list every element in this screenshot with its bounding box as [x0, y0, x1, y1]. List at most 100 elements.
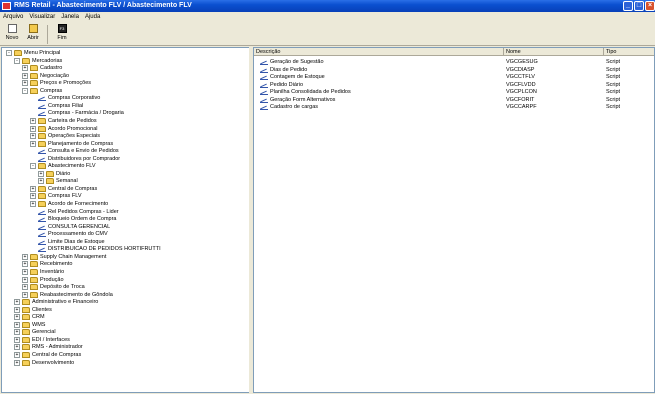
- column-header-nome[interactable]: Nome: [504, 48, 604, 56]
- tree-node-label: Desenvolvimento: [32, 359, 75, 366]
- folder-icon: [38, 185, 46, 192]
- folder-icon: [30, 276, 38, 283]
- expand-icon[interactable]: +: [22, 253, 28, 260]
- expand-icon[interactable]: +: [22, 291, 28, 298]
- script-icon: [38, 148, 46, 155]
- folder-icon: [38, 193, 46, 200]
- folder-icon: [30, 261, 38, 268]
- collapse-icon[interactable]: -: [22, 87, 28, 94]
- column-header-descricao[interactable]: Descrição: [254, 48, 504, 56]
- expand-icon[interactable]: +: [14, 321, 20, 328]
- expand-icon[interactable]: +: [14, 299, 20, 306]
- expand-icon[interactable]: +: [30, 185, 36, 192]
- folder-icon: [30, 284, 38, 291]
- expand-icon[interactable]: +: [30, 117, 36, 124]
- expand-icon[interactable]: +: [22, 80, 28, 87]
- script-icon: [260, 89, 268, 95]
- fim-button[interactable]: F3 Fim: [52, 24, 72, 45]
- expand-icon[interactable]: +: [30, 125, 36, 132]
- expand-icon[interactable]: +: [14, 329, 20, 336]
- folder-icon: [38, 201, 46, 207]
- expand-icon[interactable]: +: [14, 314, 20, 321]
- folder-icon: [22, 329, 30, 336]
- script-icon: [260, 97, 268, 103]
- script-icon: [38, 224, 46, 230]
- collapse-icon[interactable]: -: [6, 50, 12, 56]
- menu-bar: Arquivo Visualizar Janela Ajuda: [0, 12, 655, 22]
- expand-icon[interactable]: +: [38, 178, 44, 185]
- fim-label: Fim: [57, 35, 67, 41]
- script-icon: [38, 231, 46, 238]
- script-icon: [38, 239, 46, 245]
- collapse-icon[interactable]: -: [30, 163, 36, 170]
- folder-icon: [22, 306, 30, 313]
- script-icon: [38, 156, 46, 162]
- exit-key-icon: F3: [57, 24, 67, 33]
- novo-label: Novo: [5, 35, 19, 41]
- title-bar: RMS Retail - Abastecimento FLV / Abastec…: [0, 0, 655, 12]
- script-icon: [38, 209, 46, 215]
- toolbar: Novo Abrir F3 Fim: [0, 22, 655, 46]
- expand-icon[interactable]: +: [14, 336, 20, 343]
- folder-icon: [38, 117, 46, 124]
- menu-tree[interactable]: - Menu Principal - Mercadorias + Cadastro + Neg…: [1, 47, 251, 393]
- script-icon: [260, 67, 268, 73]
- new-document-icon: [7, 24, 17, 33]
- script-icon: [38, 95, 46, 102]
- close-button[interactable]: ×: [645, 1, 655, 11]
- expand-icon[interactable]: +: [22, 268, 28, 275]
- novo-button[interactable]: Novo: [3, 24, 21, 45]
- expand-icon[interactable]: +: [30, 193, 36, 200]
- cell-nome: VGCCARPF: [506, 104, 537, 110]
- folder-icon: [30, 87, 38, 94]
- expand-icon[interactable]: +: [14, 352, 20, 358]
- folder-icon: [22, 314, 30, 321]
- minimize-button[interactable]: _: [623, 1, 633, 11]
- folder-icon: [22, 57, 30, 64]
- expand-icon[interactable]: +: [30, 201, 36, 207]
- folder-icon: [30, 65, 38, 72]
- cell-tipo: Script: [606, 104, 621, 110]
- script-icon: [38, 110, 46, 117]
- menu-visualizar[interactable]: Visualizar: [26, 12, 58, 22]
- folder-icon: [22, 344, 30, 351]
- script-icon: [38, 246, 46, 253]
- folder-icon: [22, 321, 30, 328]
- list-row[interactable]: Cadastro de cargas VGCCARPF Script: [254, 103, 654, 111]
- script-icon: [260, 59, 268, 65]
- menu-ajuda[interactable]: Ajuda: [82, 12, 103, 22]
- cell-desc: Cadastro de cargas: [270, 104, 318, 110]
- folder-icon: [38, 163, 46, 170]
- script-icon: [38, 103, 46, 109]
- column-header-tipo[interactable]: Tipo: [604, 48, 654, 56]
- expand-icon[interactable]: +: [38, 170, 44, 177]
- folder-icon: [22, 359, 30, 366]
- script-icon: [260, 104, 268, 110]
- expand-icon[interactable]: +: [22, 65, 28, 72]
- expand-icon[interactable]: +: [30, 140, 36, 147]
- expand-icon[interactable]: +: [30, 133, 36, 140]
- expand-icon[interactable]: +: [22, 276, 28, 283]
- folder-icon: [46, 170, 54, 177]
- expand-icon[interactable]: +: [22, 72, 28, 79]
- collapse-icon[interactable]: -: [14, 57, 20, 64]
- expand-icon[interactable]: +: [22, 261, 28, 268]
- menu-arquivo[interactable]: Arquivo: [0, 12, 26, 22]
- folder-icon: [38, 133, 46, 140]
- menu-janela[interactable]: Janela: [58, 12, 82, 22]
- list-header: Descrição Nome Tipo: [254, 48, 654, 56]
- abrir-label: Abrir: [27, 35, 39, 41]
- expand-icon[interactable]: +: [14, 359, 20, 366]
- maximize-button[interactable]: □: [634, 1, 644, 11]
- expand-icon[interactable]: +: [14, 306, 20, 313]
- folder-icon: [46, 178, 54, 185]
- script-icon: [260, 82, 268, 88]
- app-icon: [2, 2, 11, 10]
- folder-icon: [30, 291, 38, 298]
- folder-icon: [22, 352, 30, 358]
- open-folder-icon: [28, 24, 38, 33]
- folder-icon: [38, 140, 46, 147]
- abrir-button[interactable]: Abrir: [24, 24, 42, 45]
- expand-icon[interactable]: +: [22, 284, 28, 291]
- expand-icon[interactable]: +: [14, 344, 20, 351]
